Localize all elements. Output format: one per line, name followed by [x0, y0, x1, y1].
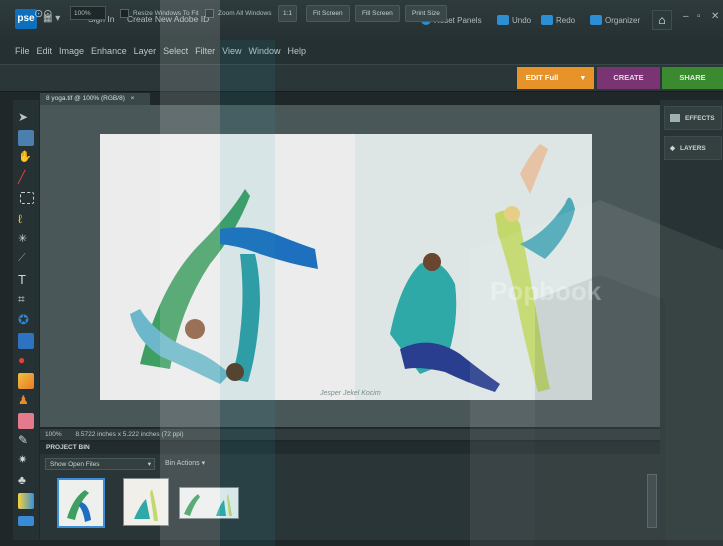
- crop-tool-icon[interactable]: ⌗: [18, 292, 34, 308]
- menu-file[interactable]: File: [15, 46, 30, 56]
- move-tool-icon[interactable]: ➤: [18, 110, 34, 126]
- marquee-tool-icon[interactable]: [20, 192, 34, 204]
- restore-button[interactable]: ▫: [697, 11, 701, 22]
- menu-help[interactable]: Help: [287, 46, 306, 56]
- straighten-tool-icon[interactable]: [18, 333, 34, 349]
- bin-thumbnail[interactable]: [179, 487, 239, 519]
- status-zoom[interactable]: 100%: [45, 431, 62, 438]
- zoom-all-checkbox[interactable]: Zoom All Windows: [205, 6, 271, 20]
- shape-tool-icon[interactable]: [18, 516, 34, 526]
- type-tool-icon[interactable]: T: [18, 272, 34, 288]
- resize-windows-checkbox[interactable]: Resize Windows To Fit: [120, 6, 199, 20]
- document-status-bar: 100% 8.5722 inches x 5.222 inches (72 pp…: [40, 429, 660, 440]
- bin-thumbnail[interactable]: [57, 478, 105, 528]
- home-button[interactable]: ⌂: [652, 10, 672, 30]
- home-icon: ⌂: [658, 13, 666, 27]
- redo-icon: [541, 15, 553, 25]
- organizer-button[interactable]: Organizer: [590, 12, 640, 28]
- document-image[interactable]: [100, 134, 592, 400]
- bin-scrollbar[interactable]: [647, 474, 657, 528]
- eraser-tool-icon[interactable]: [18, 413, 34, 429]
- gradient-tool-icon[interactable]: [18, 493, 34, 509]
- zoom-tool-icon[interactable]: ⊙⊙: [34, 6, 52, 20]
- red-eye-tool-icon[interactable]: ●: [18, 353, 34, 369]
- magic-wand-tool-icon[interactable]: ✳: [18, 232, 34, 248]
- healing-brush-tool-icon[interactable]: [18, 373, 34, 389]
- bin-thumbnail[interactable]: [123, 478, 169, 526]
- clone-stamp-tool-icon[interactable]: ♟: [18, 393, 34, 409]
- bin-actions-menu[interactable]: Bin Actions ▾: [165, 459, 205, 467]
- organizer-icon: [590, 15, 602, 25]
- panel-bin: EFFECTS ◆ LAYERS: [660, 100, 723, 540]
- menu-layer[interactable]: Layer: [134, 46, 157, 56]
- cookie-cutter-tool-icon[interactable]: ✪: [18, 312, 34, 328]
- menu-enhance[interactable]: Enhance: [91, 46, 127, 56]
- layers-icon: ◆: [670, 145, 675, 152]
- close-button[interactable]: ✕: [711, 11, 719, 22]
- eyedropper-tool-icon[interactable]: ╱: [18, 170, 34, 186]
- layers-panel-button[interactable]: ◆ LAYERS: [664, 136, 722, 160]
- paint-bucket-tool-icon[interactable]: ♣: [18, 473, 34, 489]
- redo-button[interactable]: Redo: [541, 12, 575, 28]
- brush-tool-icon[interactable]: ✎: [18, 433, 34, 449]
- lasso-tool-icon[interactable]: ℓ: [18, 212, 34, 228]
- photo-credit: Jesper Jekel Kocim: [320, 390, 381, 397]
- menu-bar: File Edit Image Enhance Layer Select Fil…: [0, 38, 723, 64]
- zoom-tool-icon[interactable]: [18, 130, 34, 146]
- hand-tool-icon[interactable]: ✋: [18, 150, 34, 166]
- menu-window[interactable]: Window: [248, 46, 280, 56]
- undo-icon: [497, 15, 509, 25]
- menu-select[interactable]: Select: [163, 46, 188, 56]
- share-mode-tab[interactable]: SHARE: [662, 67, 723, 89]
- yoga-photo: [100, 134, 592, 400]
- project-bin-header: PROJECT BIN: [40, 442, 660, 454]
- menu-filter[interactable]: Filter: [195, 46, 215, 56]
- edit-mode-tab[interactable]: EDIT Full ▾: [517, 67, 594, 89]
- print-size-button[interactable]: Print Size: [405, 5, 447, 22]
- document-tab[interactable]: 8 yoga.tif @ 100% (RGB/8) ×: [40, 93, 150, 105]
- undo-button[interactable]: Undo: [497, 12, 531, 28]
- effects-panel-button[interactable]: EFFECTS: [664, 106, 722, 130]
- selection-brush-tool-icon[interactable]: ⟋: [18, 252, 34, 268]
- zoom-percent-field[interactable]: 100%: [70, 6, 106, 20]
- fit-screen-button[interactable]: Fit Screen: [306, 5, 350, 22]
- effects-icon: [670, 114, 680, 122]
- status-document-info: 8.5722 inches x 5.222 inches (72 ppi): [75, 431, 184, 438]
- chevron-down-icon: ▾: [581, 73, 585, 82]
- menu-image[interactable]: Image: [59, 46, 84, 56]
- minimize-button[interactable]: –: [683, 11, 689, 22]
- create-mode-tab[interactable]: CREATE: [597, 67, 660, 89]
- toolbox: ➤ ✋ ╱ ℓ ✳ ⟋ T ⌗ ✪ ● ♟ ✎ ✷ ♣: [13, 100, 39, 540]
- close-document-button[interactable]: ×: [131, 95, 135, 102]
- actual-pixels-button[interactable]: 1:1: [278, 5, 298, 22]
- show-files-dropdown[interactable]: Show Open Files ▾: [45, 458, 155, 470]
- menu-edit[interactable]: Edit: [37, 46, 53, 56]
- fill-screen-button[interactable]: Fill Screen: [355, 5, 400, 22]
- smart-brush-tool-icon[interactable]: ✷: [18, 453, 34, 469]
- menu-view[interactable]: View: [222, 46, 241, 56]
- chevron-down-icon: ▾: [147, 461, 151, 468]
